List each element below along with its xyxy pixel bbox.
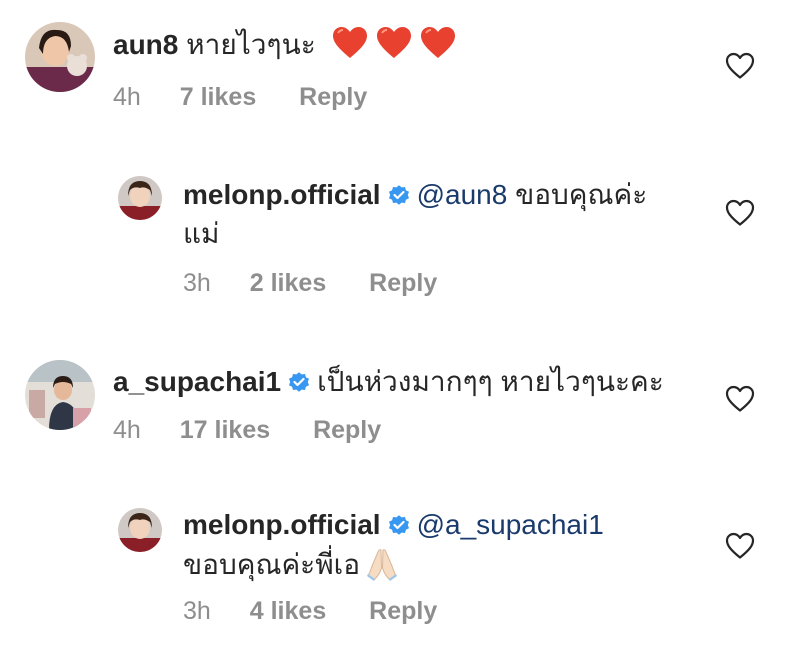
comment-body-line2: แม่	[183, 218, 220, 249]
red-heart-emoji-icon	[420, 26, 456, 69]
like-heart-icon[interactable]	[725, 199, 755, 227]
likes-count[interactable]: 7 likes	[180, 82, 256, 112]
mention-link[interactable]: @a_supachai1	[417, 509, 604, 540]
comment-meta: 3h 4 likes Reply	[183, 596, 437, 626]
verified-badge-icon	[387, 510, 411, 546]
like-heart-icon[interactable]	[725, 532, 755, 560]
reply-button[interactable]: Reply	[299, 82, 367, 112]
username[interactable]: melonp.official	[183, 179, 381, 210]
reply-button[interactable]: Reply	[313, 415, 381, 445]
folded-hands-emoji-icon	[364, 546, 400, 591]
comment-time: 3h	[183, 269, 211, 297]
reply-button[interactable]: Reply	[369, 268, 437, 298]
like-heart-icon[interactable]	[725, 52, 755, 80]
likes-count[interactable]: 4 likes	[250, 596, 326, 626]
comment-time: 4h	[113, 416, 141, 444]
comment-body: หายไวๆนะ	[186, 29, 316, 60]
comment-time: 4h	[113, 83, 141, 111]
likes-count[interactable]: 2 likes	[250, 268, 326, 298]
comment-meta: 4h 17 likes Reply	[113, 415, 381, 445]
avatar[interactable]	[118, 176, 162, 220]
username[interactable]: melonp.official	[183, 509, 381, 540]
like-heart-icon[interactable]	[725, 385, 755, 413]
comment-meta: 4h 7 likes Reply	[113, 82, 367, 112]
verified-badge-icon	[287, 367, 311, 403]
comment-text: melonp.official @a_supachai1 ขอบคุณค่ะพี่…	[183, 507, 693, 591]
red-heart-emoji-icon	[376, 26, 412, 69]
red-heart-emoji-icon	[332, 26, 368, 69]
mention-link[interactable]: @aun8	[417, 179, 508, 210]
likes-count[interactable]: 17 likes	[180, 415, 270, 445]
comment-body: ขอบคุณค่ะพี่เอ	[183, 549, 361, 580]
comment-body: เป็นห่วงมากๆๆ หายไวๆนะคะ	[317, 366, 664, 397]
comment-text: a_supachai1 เป็นห่วงมากๆๆ หายไวๆนะคะ	[113, 364, 664, 403]
comment-body: ขอบคุณค่ะ	[515, 179, 648, 210]
reply-button[interactable]: Reply	[369, 596, 437, 626]
comment-text: melonp.official @aun8 ขอบคุณค่ะ แม่	[183, 177, 693, 252]
username[interactable]: a_supachai1	[113, 366, 281, 397]
avatar[interactable]	[25, 22, 95, 92]
comment-meta: 3h 2 likes Reply	[183, 268, 437, 298]
avatar[interactable]	[25, 360, 95, 430]
comment-text: aun8 หายไวๆนะ	[113, 26, 456, 69]
username[interactable]: aun8	[113, 29, 178, 60]
verified-badge-icon	[387, 180, 411, 216]
comment-time: 3h	[183, 597, 211, 625]
avatar[interactable]	[118, 508, 162, 552]
